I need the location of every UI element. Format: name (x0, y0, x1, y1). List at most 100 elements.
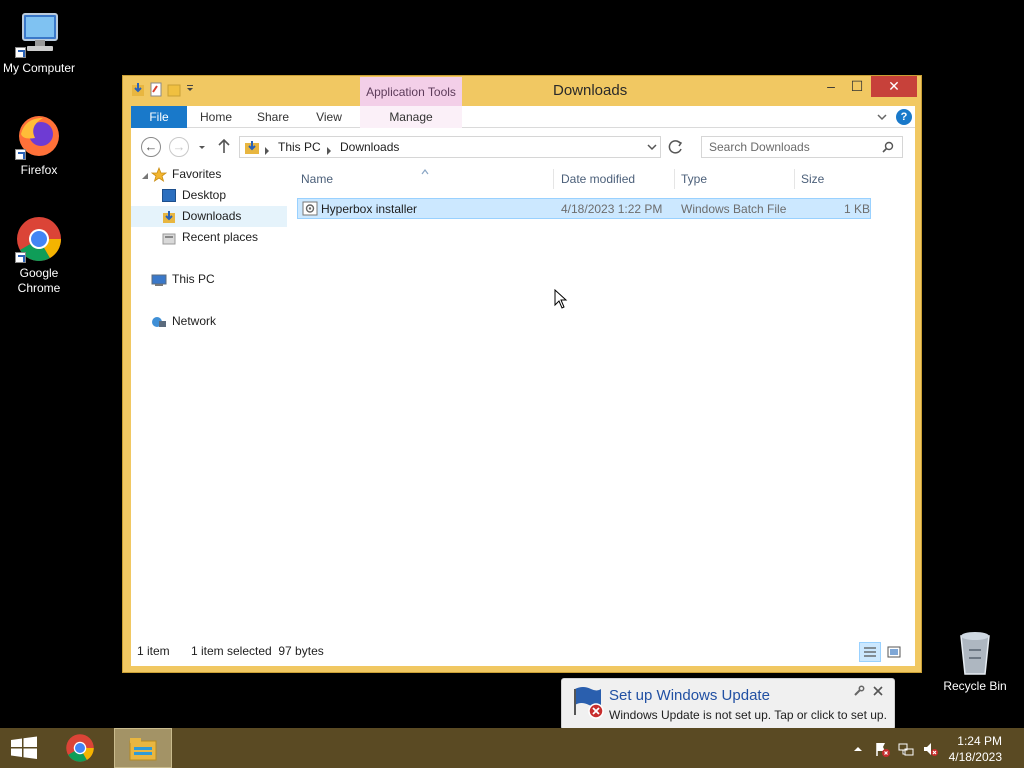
clock[interactable]: 1:24 PM 4/18/2023 (949, 733, 1002, 765)
taskbar-file-explorer-button[interactable] (114, 728, 172, 768)
recent-locations-chevron-icon[interactable] (197, 142, 207, 152)
tab-share[interactable]: Share (249, 106, 297, 128)
address-history-chevron-icon[interactable] (646, 141, 658, 153)
tab-home[interactable]: Home (193, 106, 239, 128)
customize-chevron-icon[interactable] (185, 82, 195, 97)
downloads-folder-icon[interactable] (131, 82, 145, 97)
desktop-icon-label: Google Chrome (17, 266, 61, 295)
clock-time: 1:24 PM (957, 734, 1002, 748)
nav-network-label: Network (172, 314, 217, 328)
desktop-icon-label: Recycle Bin (943, 679, 1007, 693)
file-name: Hyperbox installer (321, 202, 418, 216)
address-bar[interactable]: This PC Downloads (239, 136, 661, 158)
column-header-name[interactable]: Name (301, 172, 333, 186)
computer-icon (15, 10, 63, 58)
ribbon-tabs: File Home Share View Manage ? (131, 106, 915, 128)
selection-info: 1 item selected 97 bytes (191, 644, 324, 658)
column-header-type[interactable]: Type (681, 172, 707, 186)
properties-icon[interactable] (149, 82, 163, 97)
desktop-icon-my-computer[interactable]: My Computer (1, 10, 77, 76)
nav-recent-places[interactable]: Recent places (131, 227, 287, 248)
windows-update-notification[interactable]: Set up Windows Update Windows Update is … (561, 678, 895, 730)
column-header-date-modified[interactable]: Date modified (561, 172, 635, 186)
expand-ribbon-chevron-icon[interactable] (875, 110, 889, 124)
shortcut-arrow-icon (15, 47, 26, 58)
windows-update-flag-icon (571, 685, 605, 719)
tab-manage[interactable]: Manage (360, 106, 462, 128)
nav-recent-places-label: Recent places (182, 230, 259, 244)
details-view-button[interactable] (859, 642, 881, 662)
column-divider[interactable] (674, 169, 675, 189)
start-button[interactable] (0, 728, 58, 768)
this-pc-icon (151, 273, 167, 286)
quick-access-toolbar (131, 82, 195, 97)
shortcut-arrow-icon (15, 149, 26, 160)
sort-ascending-icon (421, 164, 429, 175)
help-icon[interactable]: ? (896, 109, 912, 125)
close-button[interactable]: ✕ (871, 76, 917, 97)
volume-muted-icon[interactable] (922, 741, 938, 757)
file-explorer-icon (128, 735, 158, 763)
nav-this-pc-label: This PC (172, 272, 215, 286)
chrome-icon (15, 215, 63, 263)
breadcrumb-this-pc[interactable]: This PC (278, 140, 321, 154)
column-divider[interactable] (553, 169, 554, 189)
recycle-bin-icon (955, 630, 995, 676)
breadcrumb-separator-icon (264, 144, 270, 155)
up-button[interactable] (217, 138, 231, 154)
window-title: Downloads (553, 82, 628, 99)
nav-downloads-label: Downloads (182, 209, 242, 223)
desktop-icon-google-chrome[interactable]: Google Chrome (1, 215, 77, 296)
clock-date: 4/18/2023 (948, 750, 1002, 764)
desktop-icon-firefox[interactable]: Firefox (1, 112, 77, 178)
table-row[interactable]: Hyperbox installer 4/18/2023 1:22 PM Win… (297, 198, 871, 219)
search-icon[interactable] (882, 141, 894, 153)
title-bar[interactable]: Application Tools Downloads – ☐ ✕ (123, 76, 921, 107)
notification-close-icon[interactable] (872, 685, 884, 697)
refresh-button[interactable] (667, 138, 685, 156)
nav-downloads[interactable]: Downloads (131, 206, 287, 227)
tab-file[interactable]: File (131, 106, 187, 128)
downloads-folder-icon (244, 140, 260, 155)
minimize-button[interactable]: – (817, 76, 845, 97)
large-icons-view-button[interactable] (883, 642, 905, 662)
nav-network[interactable]: Network (131, 311, 287, 332)
breadcrumb-separator-icon (326, 144, 332, 155)
batch-file-icon (302, 201, 318, 216)
recent-places-icon (162, 231, 176, 245)
nav-favorites-label: Favorites (172, 167, 222, 181)
network-tray-icon[interactable] (898, 741, 914, 757)
shortcut-arrow-icon (15, 252, 26, 263)
maximize-button[interactable]: ☐ (843, 76, 871, 97)
file-date-modified: 4/18/2023 1:22 PM (561, 202, 663, 216)
back-button[interactable]: ← (141, 137, 161, 157)
breadcrumb-downloads[interactable]: Downloads (340, 140, 399, 154)
file-size: 1 KB (844, 202, 871, 216)
item-count: 1 item (137, 644, 170, 658)
desktop-icon-label: Firefox (20, 163, 58, 177)
file-type: Windows Batch File (681, 202, 787, 216)
address-toolbar: ← → This PC Downloads Search Downloads (131, 128, 915, 164)
wrench-icon[interactable] (853, 685, 865, 697)
desktop-icon-label: My Computer (2, 61, 76, 75)
action-center-flag-icon[interactable] (874, 741, 890, 757)
forward-button[interactable]: → (169, 137, 189, 157)
explorer-window: Application Tools Downloads – ☐ ✕ File H… (122, 75, 922, 673)
star-icon (150, 166, 168, 182)
column-divider[interactable] (794, 169, 795, 189)
show-hidden-icons-chevron-icon[interactable] (850, 741, 866, 757)
search-input[interactable]: Search Downloads (701, 136, 903, 158)
taskbar: 1:24 PM 4/18/2023 (0, 728, 1024, 768)
taskbar-chrome-button[interactable] (52, 728, 110, 768)
navigation-pane: Favorites Desktop Downloads Recent place… (131, 164, 287, 636)
tab-view[interactable]: View (307, 106, 351, 128)
new-folder-icon[interactable] (167, 82, 181, 97)
application-tools-tab-header: Application Tools (360, 77, 462, 107)
notification-body: Windows Update is not set up. Tap or cli… (609, 708, 887, 722)
nav-this-pc[interactable]: This PC (131, 269, 287, 290)
desktop-icon-recycle-bin[interactable]: Recycle Bin (937, 630, 1013, 694)
nav-desktop[interactable]: Desktop (131, 185, 287, 206)
nav-favorites[interactable]: Favorites (131, 164, 287, 185)
nav-desktop-label: Desktop (182, 188, 227, 202)
column-header-size[interactable]: Size (801, 172, 824, 186)
